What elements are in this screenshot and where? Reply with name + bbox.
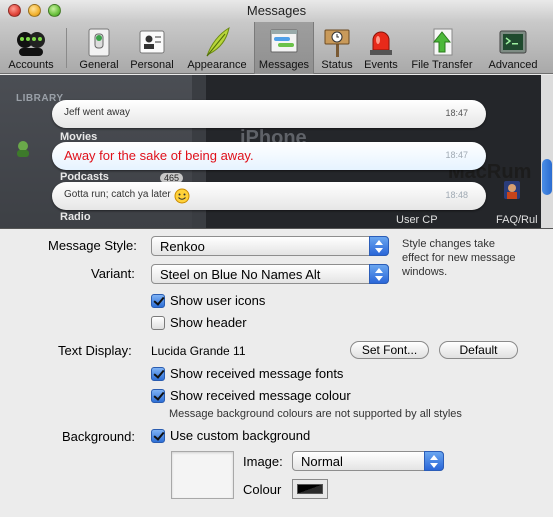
popup-arrows-icon [369,236,389,256]
checkbox-checked-icon[interactable] [151,294,165,308]
toolbar-advanced[interactable]: Advanced [482,22,544,74]
image-popup[interactable]: Normal [292,451,444,471]
messages-window-icon [270,29,298,53]
popup-arrows-icon [424,451,444,471]
checkbox-checked-icon[interactable] [151,367,165,381]
toolbar-label-accounts: Accounts [8,59,54,71]
toolbar-label-messages: Messages [258,59,310,71]
message-time: 18:47 [445,108,468,118]
toolbar-file-transfer[interactable]: File Transfer [404,22,480,74]
smiley-emoticon-icon [174,188,190,204]
toolbar-separator [66,28,67,68]
buddy-avatar-icon [504,181,520,199]
variant-label: Variant: [91,266,135,281]
background-label: Background: [62,429,135,444]
toolbar-personal[interactable]: Personal [126,22,178,74]
popup-arrows-icon [369,264,389,284]
message-text: Away for the sake of being away. [64,148,254,163]
toolbar-events[interactable]: Events [360,22,402,74]
message-bubble: Away for the sake of being away. 18:47 [52,142,486,170]
preview-sidebar-radio: Radio [60,211,91,223]
preview-scrollbar[interactable] [541,75,553,228]
toolbar-label-advanced: Advanced [488,59,538,71]
message-time: 18:48 [445,190,468,200]
image-value: Normal [301,454,343,469]
checkbox-checked-icon[interactable] [151,389,165,403]
message-style-value: Renkoo [160,239,205,254]
message-style-preview: LIBRARY Movies Podcasts 465 Radio iPhone… [0,75,553,229]
use-custom-background-label: Use custom background [170,428,311,443]
checkbox-unchecked-icon[interactable] [151,316,165,330]
background-image-well[interactable] [171,451,234,499]
background-colour-well[interactable] [292,479,328,499]
preview-background-faq-text: FAQ/Rul [496,214,538,226]
message-time: 18:47 [445,150,468,160]
siren-icon [370,31,392,55]
toolbar-messages[interactable]: Messages [254,22,314,74]
toolbar-label-status: Status [321,59,353,71]
terminal-icon [499,30,527,54]
toolbar-general[interactable]: General [74,22,124,74]
toolbar-status[interactable]: Status [316,22,358,74]
status-sign-icon [324,29,350,57]
default-button[interactable]: Default [439,341,518,359]
show-user-icons-label: Show user icons [170,293,266,308]
general-switch-icon [88,28,110,57]
toolbar-appearance[interactable]: Appearance [182,22,252,74]
set-font-button[interactable]: Set Font... [350,341,429,359]
text-display-label: Text Display: [58,343,132,358]
feather-icon [206,26,230,57]
style-change-note: Style changes take effect for new messag… [402,238,516,278]
variant-value: Steel on Blue No Names Alt [160,267,321,282]
colour-label: Colour [243,482,282,497]
variant-popup[interactable]: Steel on Blue No Names Alt [151,264,389,284]
message-style-popup[interactable]: Renkoo [151,236,389,256]
preview-scrollbar-thumb[interactable] [542,159,552,195]
toolbar-label-personal: Personal [130,59,174,71]
toolbar-label-appearance: Appearance [187,59,247,71]
message-style-label: Message Style: [48,238,137,253]
text-display-font-value: Lucida Grande 11 [151,344,246,358]
accounts-icon [17,32,45,56]
toolbar-label-events: Events [364,59,398,71]
image-label: Image: [243,454,283,469]
user-avatar-icon [17,141,29,157]
toolbar-label-file-transfer: File Transfer [411,59,473,71]
toolbar-accounts[interactable]: Accounts [0,22,62,74]
preview-background-usercp-text: User CP [396,214,438,226]
colour-support-note: Message background colours are not suppo… [169,408,462,420]
message-text: Jeff went away [64,107,130,118]
show-received-colour-label: Show received message colour [170,388,351,403]
colour-swatch [297,484,323,494]
checkbox-checked-icon[interactable] [151,429,165,443]
file-transfer-icon [432,28,453,56]
window-title: Messages [246,3,307,18]
preferences-toolbar: Accounts General Personal Appearance Mes… [0,22,553,74]
message-bubble: Gotta run; catch ya later 18:48 [52,182,486,210]
message-text: Gotta run; catch ya later [64,189,171,200]
title-bar: Messages [0,0,553,22]
toolbar-label-general: General [79,59,119,71]
show-header-label: Show header [170,315,247,330]
personal-card-icon [139,30,165,54]
show-received-fonts-label: Show received message fonts [170,366,344,381]
message-bubble: Jeff went away 18:47 [52,100,486,128]
